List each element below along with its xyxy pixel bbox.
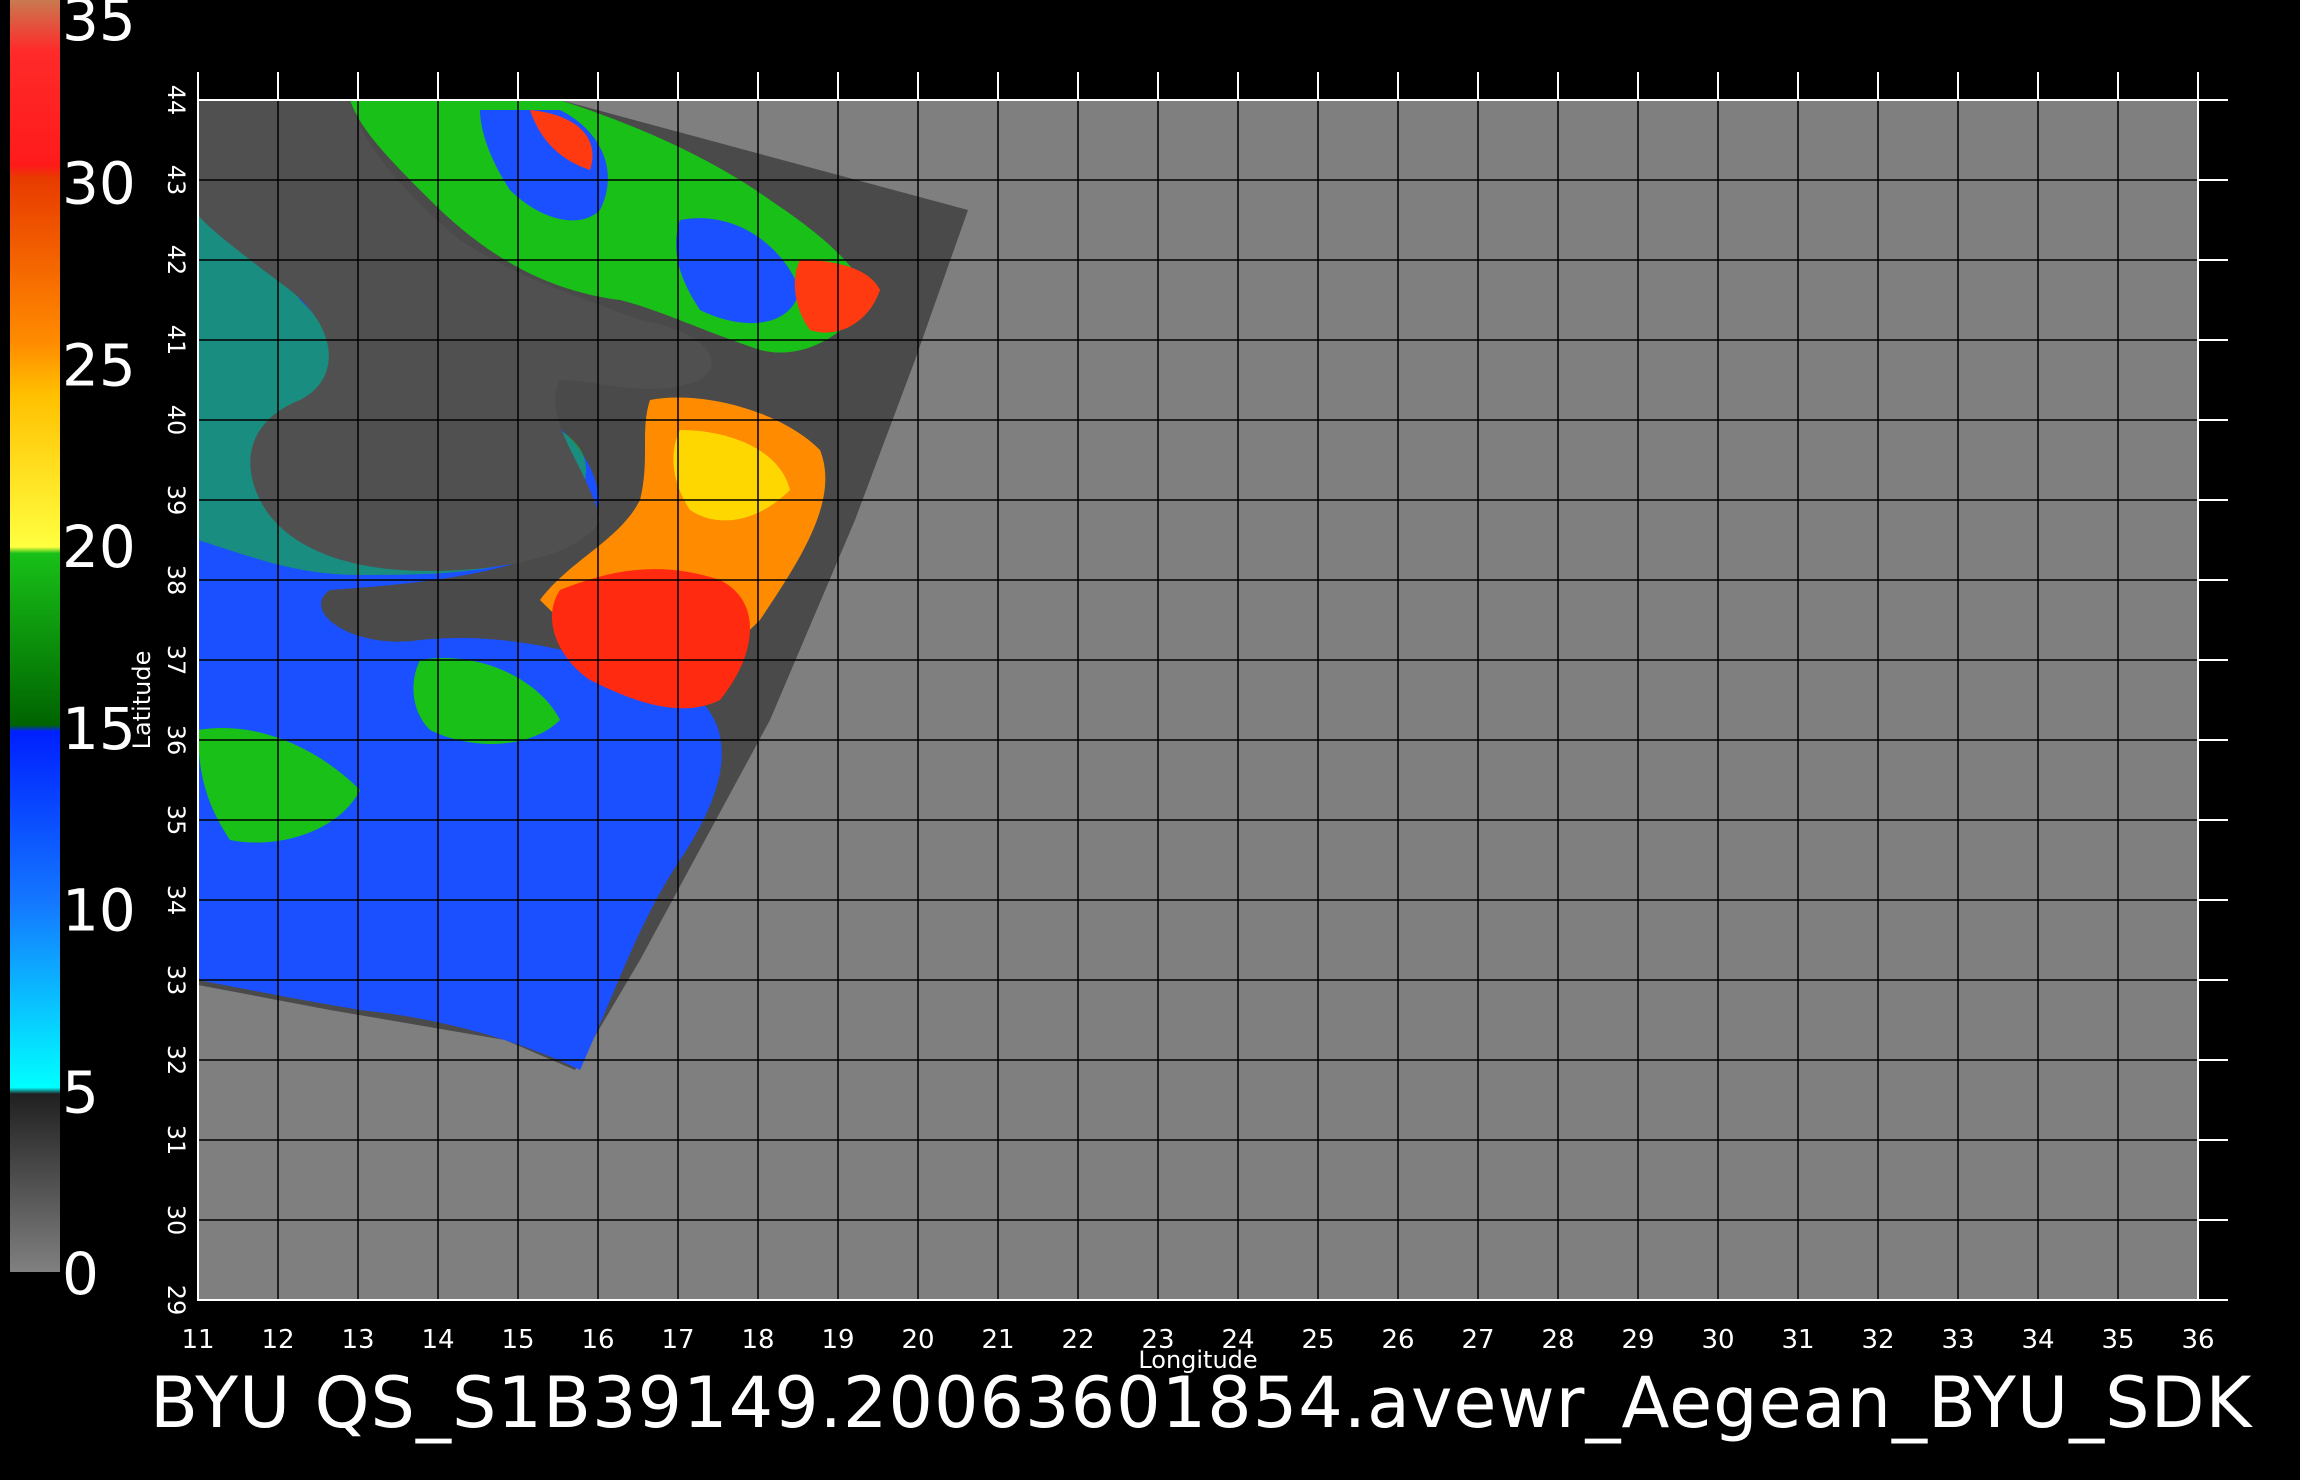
lon-tick-label: 35: [2101, 1325, 2134, 1355]
lon-tick-label: 25: [1301, 1325, 1334, 1355]
lat-tick-label: 44: [162, 85, 190, 116]
lon-tick-label: 14: [421, 1325, 454, 1355]
lat-tick-label: 41: [162, 325, 190, 356]
lat-tick-label: 32: [162, 1045, 190, 1076]
lon-tick-label: 29: [1621, 1325, 1654, 1355]
lat-tick-label: 35: [162, 805, 190, 836]
lon-tick-label: 34: [2021, 1325, 2054, 1355]
lon-tick-label: 20: [901, 1325, 934, 1355]
lon-tick-label: 21: [981, 1325, 1014, 1355]
lon-tick-label: 11: [181, 1325, 214, 1355]
wind-speed-map: 35 30 25 20 15 10 5 0 11 12 13 14 15 16 17 18 19 20 21 22 2…: [10, 0, 2228, 1374]
lon-tick-label: 28: [1541, 1325, 1574, 1355]
lat-tick-label: 40: [162, 405, 190, 436]
lat-tick-label: 33: [162, 965, 190, 996]
colorbar-label: 30: [62, 150, 136, 218]
lon-tick-label: 18: [741, 1325, 774, 1355]
lon-tick-label: 13: [341, 1325, 374, 1355]
lon-tick-label: 19: [821, 1325, 854, 1355]
lon-tick-label: 12: [261, 1325, 294, 1355]
lat-tick-label: 39: [162, 485, 190, 516]
lon-tick-label: 32: [1861, 1325, 1894, 1355]
lon-tick-label: 33: [1941, 1325, 1974, 1355]
latitude-tick-labels: 29 30 31 32 33 34 35 36 37 38 39 40 41 42 43 44: [162, 85, 190, 1316]
lon-tick-label: 31: [1781, 1325, 1814, 1355]
lat-tick-label: 30: [162, 1205, 190, 1236]
lat-tick-label: 42: [162, 245, 190, 276]
colorbar-label: 20: [62, 513, 136, 581]
lon-tick-label: 26: [1381, 1325, 1414, 1355]
colorbar-label: 25: [62, 331, 136, 399]
lon-tick-label: 22: [1061, 1325, 1094, 1355]
lon-tick-label: 36: [2181, 1325, 2214, 1355]
colorbar-ramp: [10, 0, 60, 1272]
lat-tick-label: 31: [162, 1125, 190, 1156]
colorbar-label: 15: [62, 695, 136, 763]
lat-tick-label: 34: [162, 885, 190, 916]
lon-tick-label: 17: [661, 1325, 694, 1355]
lon-tick-label: 15: [501, 1325, 534, 1355]
colorbar-label: 35: [62, 0, 136, 54]
lon-tick-label: 30: [1701, 1325, 1734, 1355]
colorbar-label: 5: [62, 1058, 99, 1126]
file-title: BYU QS_S1B39149.20063601854.avewr_Aegean…: [150, 1362, 2253, 1444]
colorbar: 35 30 25 20 15 10 5 0: [10, 0, 136, 1308]
lat-tick-label: 36: [162, 725, 190, 756]
colorbar-label: 10: [62, 877, 136, 945]
lon-tick-label: 16: [581, 1325, 614, 1355]
y-axis-label: Latitude: [128, 651, 156, 750]
colorbar-labels: 35 30 25 20 15 10 5 0: [62, 0, 136, 1308]
colorbar-label: 0: [62, 1240, 99, 1308]
lat-tick-label: 37: [162, 645, 190, 676]
lat-tick-label: 43: [162, 165, 190, 196]
lon-tick-label: 27: [1461, 1325, 1494, 1355]
lat-tick-label: 38: [162, 565, 190, 596]
lat-tick-label: 29: [162, 1285, 190, 1316]
